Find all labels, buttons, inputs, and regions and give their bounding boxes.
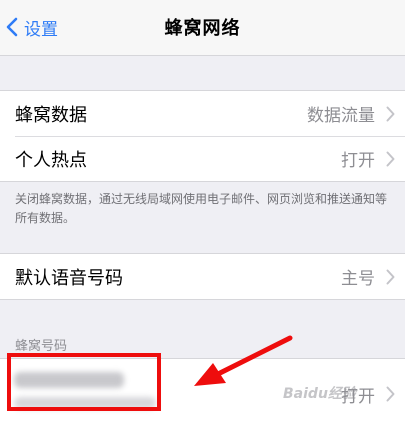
watermark: Baidu经验: [283, 386, 356, 402]
annotation-arrow-icon: [194, 335, 293, 386]
